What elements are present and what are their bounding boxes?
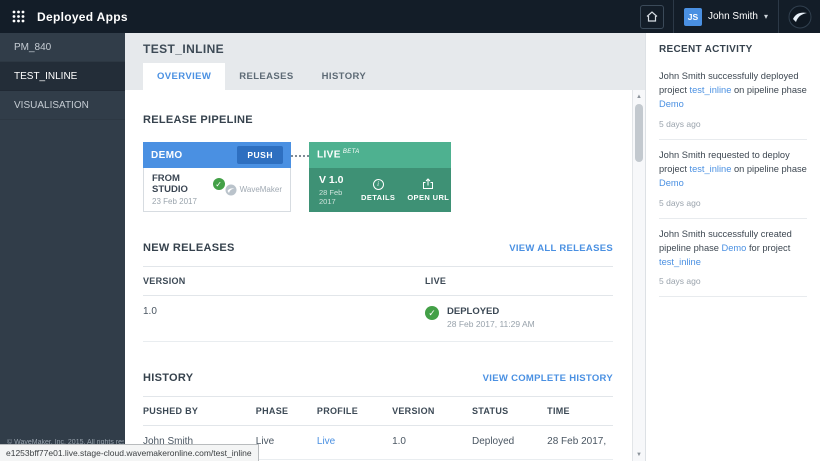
phase-name-live: LIVEBETA [317, 149, 360, 160]
activity-text: John Smith successfully deployed project… [659, 70, 807, 112]
tab-bar: OVERVIEW RELEASES HISTORY [125, 63, 645, 90]
deploy-time: 28 Feb 2017, 11:29 AM [447, 319, 535, 329]
open-url-label: OPEN URL [407, 193, 449, 202]
tab-overview[interactable]: OVERVIEW [143, 63, 225, 90]
demo-card-body: FROM STUDIO ✓ 23 Feb 2017 WaveMaker [143, 168, 291, 212]
project-link[interactable]: test_inline [690, 85, 732, 95]
history-phase-cell: Live [256, 426, 317, 460]
overview-content: RELEASE PIPELINE DEMO PUSH FROM STUDIO ✓ [125, 90, 645, 461]
apps-grid-icon[interactable] [12, 10, 25, 23]
details-label: DETAILS [361, 193, 395, 202]
activity-time: 5 days ago [659, 119, 807, 129]
wavemaker-badge: WaveMaker [225, 184, 282, 196]
history-heading: HISTORY [143, 372, 193, 384]
user-menu[interactable]: JS John Smith ▾ [673, 0, 779, 33]
main-panel: TEST_INLINE OVERVIEW RELEASES HISTORY RE… [125, 33, 645, 461]
history-profile-link[interactable]: Live [317, 436, 335, 447]
sidebar-item-pm-840[interactable]: PM_840 [0, 33, 125, 62]
activity-text: John Smith requested to deploy project t… [659, 149, 807, 191]
check-circle-icon: ✓ [213, 178, 225, 190]
project-link[interactable]: test_inline [690, 164, 732, 174]
phase-link[interactable]: Demo [722, 243, 747, 253]
activity-text: John Smith successfully created pipeline… [659, 228, 807, 270]
column-header-status: STATUS [472, 397, 547, 426]
live-deploy-date: 28 Feb 2017 [319, 188, 345, 206]
app-title: Deployed Apps [37, 10, 128, 24]
activity-item: John Smith requested to deploy project t… [659, 140, 807, 219]
activity-item: John Smith successfully deployed project… [659, 61, 807, 140]
column-header-version: VERSION [143, 267, 425, 296]
column-header-profile: PROFILE [317, 397, 392, 426]
pipeline-phase-live-card: LIVEBETA V 1.0 28 Feb 2017 i DETAILS [309, 142, 451, 212]
phase-link[interactable]: Demo [659, 178, 684, 188]
release-status-cell: ✓ DEPLOYED 28 Feb 2017, 11:29 AM [425, 306, 609, 329]
view-all-releases-link[interactable]: VIEW ALL RELEASES [509, 243, 613, 254]
wavemaker-logo-icon[interactable] [788, 5, 812, 29]
column-header-time: TIME [547, 397, 613, 426]
phase-name-demo: DEMO [151, 150, 183, 161]
release-version-cell: 1.0 [143, 296, 425, 342]
recent-activity-heading: RECENT ACTIVITY [659, 44, 807, 61]
pipeline-phase-demo-card: DEMO PUSH FROM STUDIO ✓ 23 Feb 2017 [143, 142, 291, 212]
tab-history[interactable]: HISTORY [308, 63, 381, 90]
recent-activity-panel: RECENT ACTIVITY John Smith successfully … [645, 33, 820, 461]
scrollbar-thumb[interactable] [635, 104, 643, 162]
history-time-cell: 28 Feb 2017, [547, 426, 613, 460]
vertical-scrollbar[interactable]: ▲ ▼ [632, 90, 645, 461]
details-button[interactable]: i DETAILS [355, 168, 401, 212]
home-button[interactable] [640, 5, 664, 29]
live-version: V 1.0 [319, 174, 345, 186]
column-header-live: LIVE [425, 267, 613, 296]
from-studio-label: FROM STUDIO [152, 173, 208, 195]
page-title: TEST_INLINE [125, 33, 645, 63]
scroll-up-icon[interactable]: ▲ [633, 90, 645, 103]
activity-time: 5 days ago [659, 198, 807, 208]
phase-link[interactable]: Demo [659, 99, 684, 109]
sidebar-item-test-inline[interactable]: TEST_INLINE [0, 62, 125, 91]
demo-card-header: DEMO PUSH [143, 142, 291, 168]
table-row: 1.0 ✓ DEPLOYED 28 Feb 2017, 11:29 AM [143, 296, 613, 342]
home-icon [645, 10, 659, 23]
new-releases-heading: NEW RELEASES [143, 242, 235, 254]
release-pipeline: DEMO PUSH FROM STUDIO ✓ 23 Feb 2017 [143, 142, 613, 212]
project-nav: PM_840 TEST_INLINE VISUALISATION [0, 33, 125, 120]
open-url-button[interactable]: OPEN URL [401, 168, 455, 212]
check-circle-icon: ✓ [425, 306, 439, 320]
deploy-status: DEPLOYED [447, 306, 535, 317]
history-version-cell: 1.0 [392, 426, 472, 460]
scroll-down-icon[interactable]: ▼ [633, 448, 645, 461]
open-url-icon [422, 178, 434, 190]
sidebar: PM_840 TEST_INLINE VISUALISATION © WaveM… [0, 33, 125, 461]
release-pipeline-heading: RELEASE PIPELINE [143, 114, 613, 126]
info-icon: i [373, 179, 384, 190]
demo-deploy-date: 23 Feb 2017 [152, 197, 225, 206]
wavemaker-badge-label: WaveMaker [240, 185, 282, 194]
wavemaker-badge-icon [225, 184, 237, 196]
new-releases-table: VERSION LIVE 1.0 ✓ DEPLOYED 28 Feb 2017 [143, 266, 613, 342]
column-header-pushed-by: PUSHED BY [143, 397, 256, 426]
user-name: John Smith [708, 11, 758, 22]
live-card-body: V 1.0 28 Feb 2017 i DETAILS [309, 168, 451, 212]
activity-item: John Smith successfully created pipeline… [659, 219, 807, 298]
sidebar-item-visualisation[interactable]: VISUALISATION [0, 91, 125, 120]
status-url-tooltip: e1253bff77e01.live.stage-cloud.wavemaker… [0, 444, 259, 461]
avatar: JS [684, 8, 702, 26]
topbar: Deployed Apps JS John Smith ▾ [0, 0, 820, 33]
live-card-header: LIVEBETA [309, 142, 451, 168]
activity-time: 5 days ago [659, 276, 807, 286]
tab-releases[interactable]: RELEASES [225, 63, 307, 90]
view-complete-history-link[interactable]: VIEW COMPLETE HISTORY [483, 373, 613, 384]
push-button[interactable]: PUSH [237, 146, 283, 164]
project-link[interactable]: test_inline [659, 257, 701, 267]
chevron-down-icon: ▾ [764, 12, 768, 21]
history-status-cell: Deployed [472, 426, 547, 460]
column-header-phase: PHASE [256, 397, 317, 426]
pipeline-connector [291, 155, 309, 157]
column-header-version: VERSION [392, 397, 472, 426]
beta-tag: BETA [343, 149, 360, 155]
